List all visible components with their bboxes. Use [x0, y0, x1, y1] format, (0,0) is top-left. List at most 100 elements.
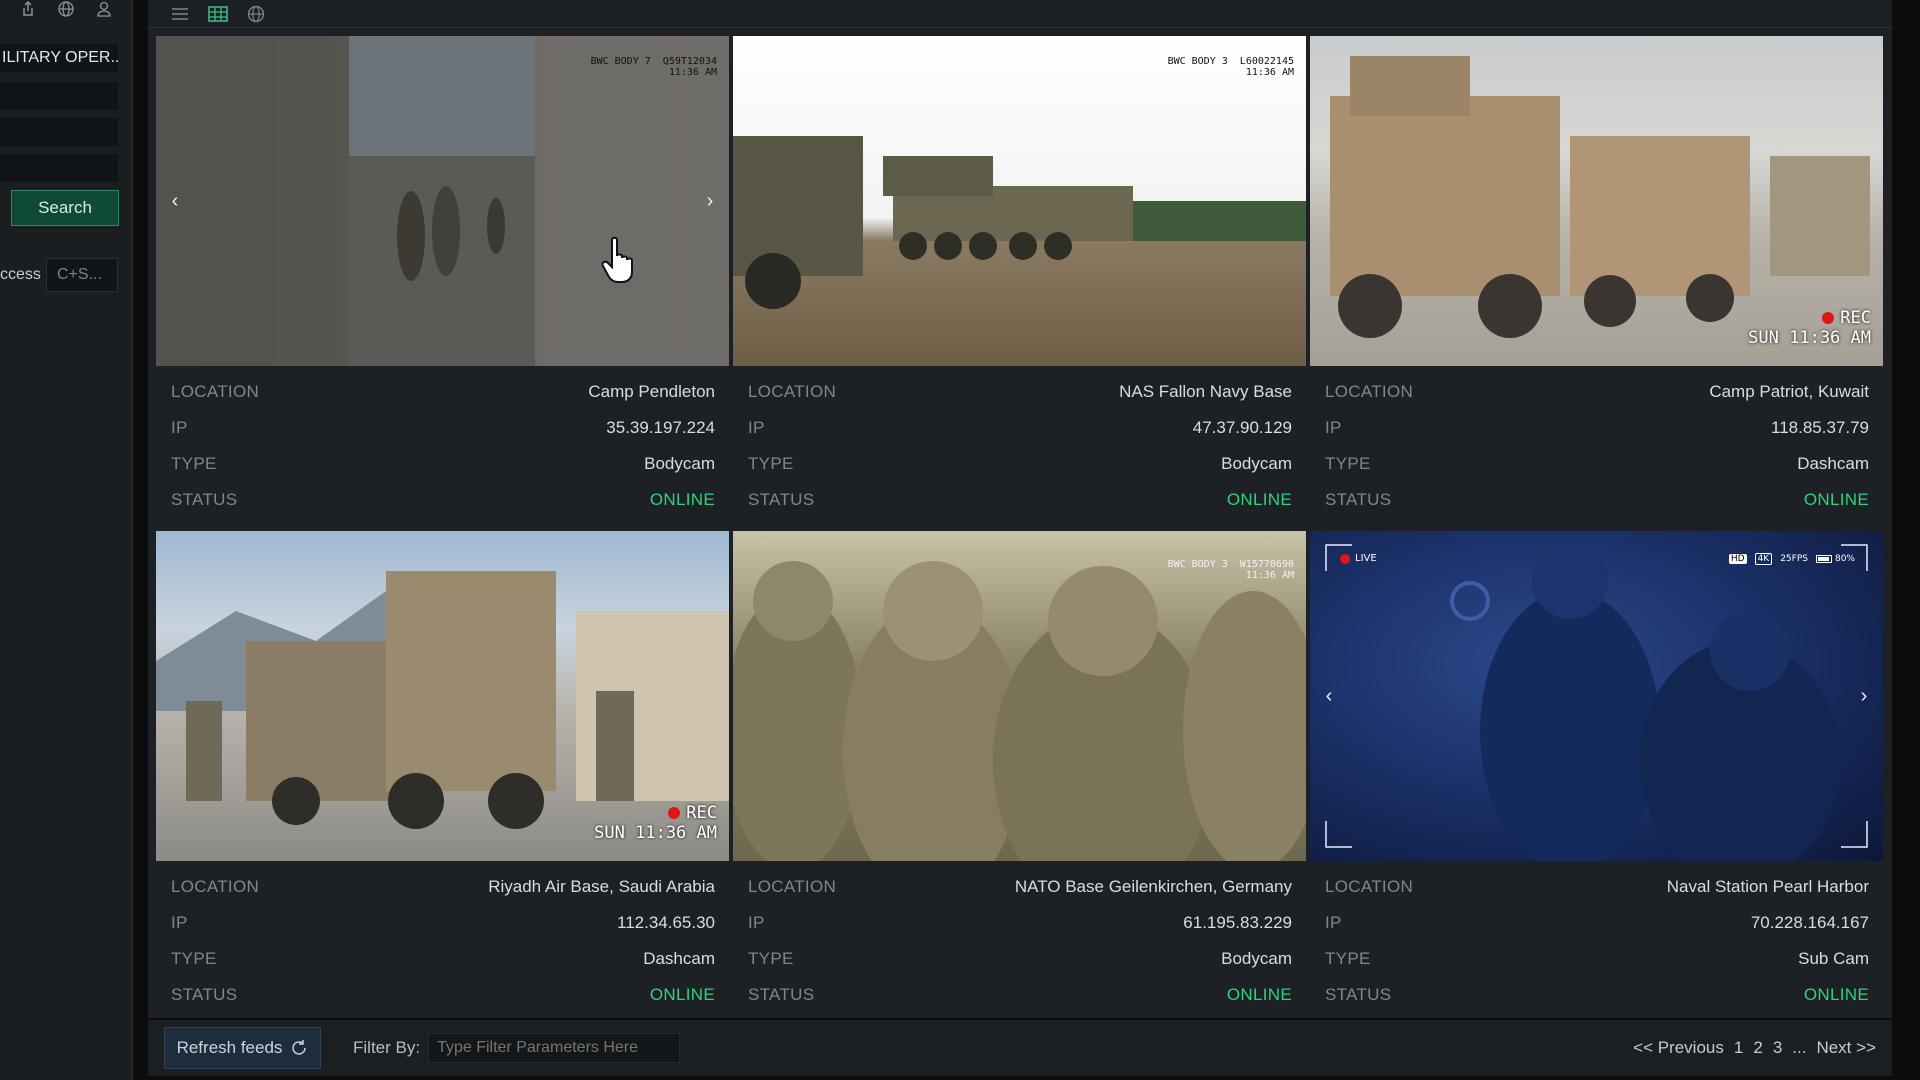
operation-selector[interactable]: ILITARY OPER...: [0, 44, 118, 72]
grid-icon[interactable]: [208, 5, 228, 23]
status-label: STATUS: [171, 985, 238, 1004]
live-label: LIVE: [1355, 553, 1377, 564]
status-value: ONLINE: [649, 985, 715, 1004]
camera-card[interactable]: LIVE HD 4K 25FPS 80% ‹ › LOCATION Naval S…: [1310, 531, 1883, 1013]
pagination: << Previous 1 2 3 ... Next >>: [1633, 1038, 1876, 1058]
status-value: ONLINE: [1226, 490, 1292, 509]
location-value: NAS Fallon Navy Base: [1119, 382, 1292, 401]
ip-value: 70.228.164.167: [1750, 913, 1869, 932]
ip-value: 118.85.37.79: [1771, 418, 1869, 437]
location-value: Camp Patriot, Kuwait: [1709, 382, 1869, 401]
ip-value: 47.37.90.129: [1192, 418, 1292, 437]
type-label: TYPE: [1325, 949, 1371, 968]
4k-badge: 4K: [1754, 553, 1773, 565]
status-value: ONLINE: [1226, 985, 1292, 1004]
battery-icon: [1815, 555, 1832, 563]
refresh-feeds-button[interactable]: Refresh feeds: [164, 1027, 321, 1069]
type-value: Bodycam: [644, 454, 715, 473]
camera-card[interactable]: BWC BODY 7 Q59T12034 11:36 AM ‹ › LOCATI…: [156, 36, 729, 518]
location-value: Riyadh Air Base, Saudi Arabia: [488, 877, 715, 896]
live-dot-icon: [1340, 553, 1350, 564]
rec-time: SUN 11:36 AM: [594, 823, 717, 843]
hand-cursor-icon: [601, 236, 633, 283]
previous-page-link[interactable]: << Previous: [1633, 1038, 1724, 1058]
page-link[interactable]: 3: [1773, 1038, 1782, 1058]
user-icon[interactable]: [96, 1, 112, 17]
type-value: Sub Cam: [1798, 949, 1869, 968]
ip-label: IP: [1325, 418, 1342, 437]
camera-feed[interactable]: BWC BODY 3 W15770690 11:36 AM: [733, 531, 1306, 861]
camera-feed[interactable]: REC SUN 11:36 AM: [1310, 36, 1883, 366]
page-link[interactable]: 2: [1753, 1038, 1762, 1058]
camera-feed[interactable]: BWC BODY 3 L60022145 11:36 AM: [733, 36, 1306, 366]
rec-time: SUN 11:36 AM: [1748, 328, 1871, 348]
camera-meta: LOCATION Naval Station Pearl Harbor IP 70.…: [1310, 861, 1883, 1013]
camera-meta: LOCATION Camp Pendleton IP 35.39.197.224 T…: [156, 366, 729, 518]
sidebar-input-1[interactable]: [0, 82, 118, 110]
location-label: LOCATION: [1325, 382, 1414, 401]
rec-dot-icon: [668, 807, 681, 819]
camera-card[interactable]: BWC BODY 3 W15770690 11:36 AM LOCATION NA…: [733, 531, 1306, 1013]
ip-value: 35.39.197.224: [606, 418, 715, 437]
ip-value: 112.34.65.30: [617, 913, 715, 932]
camera-card[interactable]: REC SUN 11:36 AM LOCATION Camp Patriot, K…: [1310, 36, 1883, 518]
camera-grid: BWC BODY 7 Q59T12034 11:36 AM ‹ › LOCATI…: [148, 28, 1892, 1018]
status-label: STATUS: [1325, 490, 1392, 509]
camera-feed[interactable]: LIVE HD 4K 25FPS 80% ‹ ›: [1310, 531, 1883, 861]
chevron-right-icon[interactable]: ›: [699, 186, 721, 216]
map-globe-icon[interactable]: [246, 5, 266, 23]
feed-overlay-text: BWC BODY 3 W15770690 11:36 AM: [1167, 559, 1294, 581]
viewfinder-frame: [1325, 544, 1868, 848]
ip-label: IP: [1325, 913, 1342, 932]
status-label: STATUS: [1325, 985, 1392, 1004]
battery-indicator: 80%: [1815, 554, 1855, 564]
rec-label: REC: [686, 803, 717, 823]
battery-level: 80%: [1834, 554, 1855, 564]
page-link[interactable]: 1: [1734, 1038, 1743, 1058]
camera-feed[interactable]: BWC BODY 7 Q59T12034 11:36 AM ‹ ›: [156, 36, 729, 366]
feed-scene: [156, 36, 729, 366]
camera-card[interactable]: BWC BODY 3 L60022145 11:36 AM LOCATION NA…: [733, 36, 1306, 518]
ip-value: 61.195.83.229: [1183, 913, 1292, 932]
next-page-link[interactable]: Next >>: [1816, 1038, 1876, 1058]
share-icon[interactable]: [20, 1, 36, 17]
type-value: Bodycam: [1221, 949, 1292, 968]
chevron-right-icon[interactable]: ›: [1853, 681, 1875, 711]
menu-icon[interactable]: [170, 5, 190, 23]
access-field[interactable]: C+S...: [46, 258, 118, 292]
fps-label: 25FPS: [1780, 554, 1808, 564]
location-value: NATO Base Geilenkirchen, Germany: [1014, 877, 1292, 896]
hd-badge: HD: [1728, 554, 1747, 564]
sidebar-input-3[interactable]: [0, 154, 118, 182]
globe-icon[interactable]: [58, 1, 74, 17]
camera-feed[interactable]: REC SUN 11:36 AM: [156, 531, 729, 861]
ip-label: IP: [171, 418, 188, 437]
chevron-left-icon[interactable]: ‹: [164, 186, 186, 216]
camera-card[interactable]: REC SUN 11:36 AM LOCATION Riyadh Air Base…: [156, 531, 729, 1013]
bottom-bar: Refresh feeds Filter By: << Previous 1 2…: [148, 1020, 1892, 1076]
chevron-left-icon[interactable]: ‹: [1318, 681, 1340, 711]
location-value: Camp Pendleton: [588, 382, 715, 401]
rec-dot-icon: [1822, 312, 1835, 324]
ip-label: IP: [171, 913, 188, 932]
feed-overlay-text: BWC BODY 3 L60022145 11:36 AM: [1167, 56, 1294, 78]
camera-meta: LOCATION Camp Patriot, Kuwait IP 118.85.37…: [1310, 366, 1883, 518]
feed-overlay-text: BWC BODY 7 Q59T12034 11:36 AM: [590, 56, 717, 78]
rec-indicator: REC SUN 11:36 AM: [594, 803, 717, 843]
status-value: ONLINE: [1803, 985, 1869, 1004]
live-indicator: LIVE: [1340, 553, 1377, 564]
camera-meta: LOCATION Riyadh Air Base, Saudi Arabia IP…: [156, 861, 729, 1013]
hud-indicators: HD 4K 25FPS 80%: [1728, 553, 1855, 565]
location-label: LOCATION: [171, 382, 260, 401]
search-button[interactable]: Search: [11, 190, 119, 226]
type-label: TYPE: [748, 949, 794, 968]
type-label: TYPE: [171, 949, 217, 968]
top-toolbar: [148, 0, 1892, 28]
feed-scene: [733, 136, 1306, 309]
app-root: ILITARY OPER... Search ccess C+S... BWC …: [0, 0, 1920, 1080]
status-label: STATUS: [171, 490, 238, 509]
refresh-label: Refresh feeds: [176, 1038, 283, 1057]
sidebar-input-2[interactable]: [0, 118, 118, 146]
type-label: TYPE: [1325, 454, 1371, 473]
filter-input[interactable]: [428, 1033, 681, 1063]
